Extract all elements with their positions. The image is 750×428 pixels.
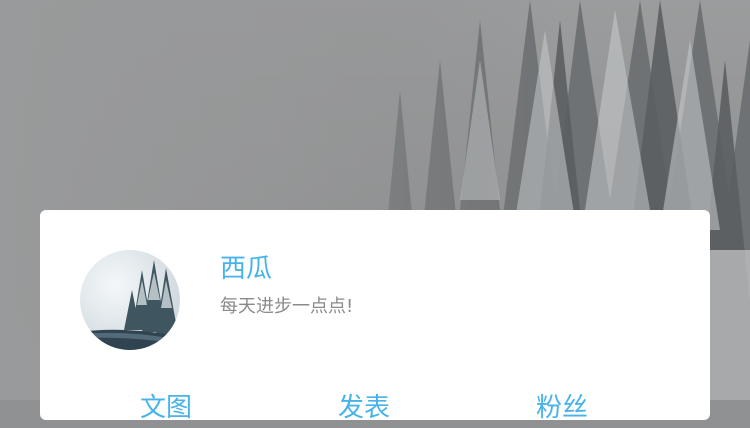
- stat-articles-label[interactable]: 文图: [140, 388, 192, 428]
- profile-card: 西瓜 每天进步一点点! 文图 发表 粉丝: [40, 210, 710, 423]
- avatar-forest-image: [80, 260, 180, 350]
- stats-row: 文图 发表 粉丝: [40, 388, 710, 428]
- avatar[interactable]: [80, 250, 180, 350]
- profile-name: 西瓜: [220, 254, 273, 284]
- stat-published-label[interactable]: 发表: [338, 388, 390, 428]
- profile-motto: 每天进步一点点!: [220, 296, 354, 317]
- stat-followers-label[interactable]: 粉丝: [536, 388, 588, 428]
